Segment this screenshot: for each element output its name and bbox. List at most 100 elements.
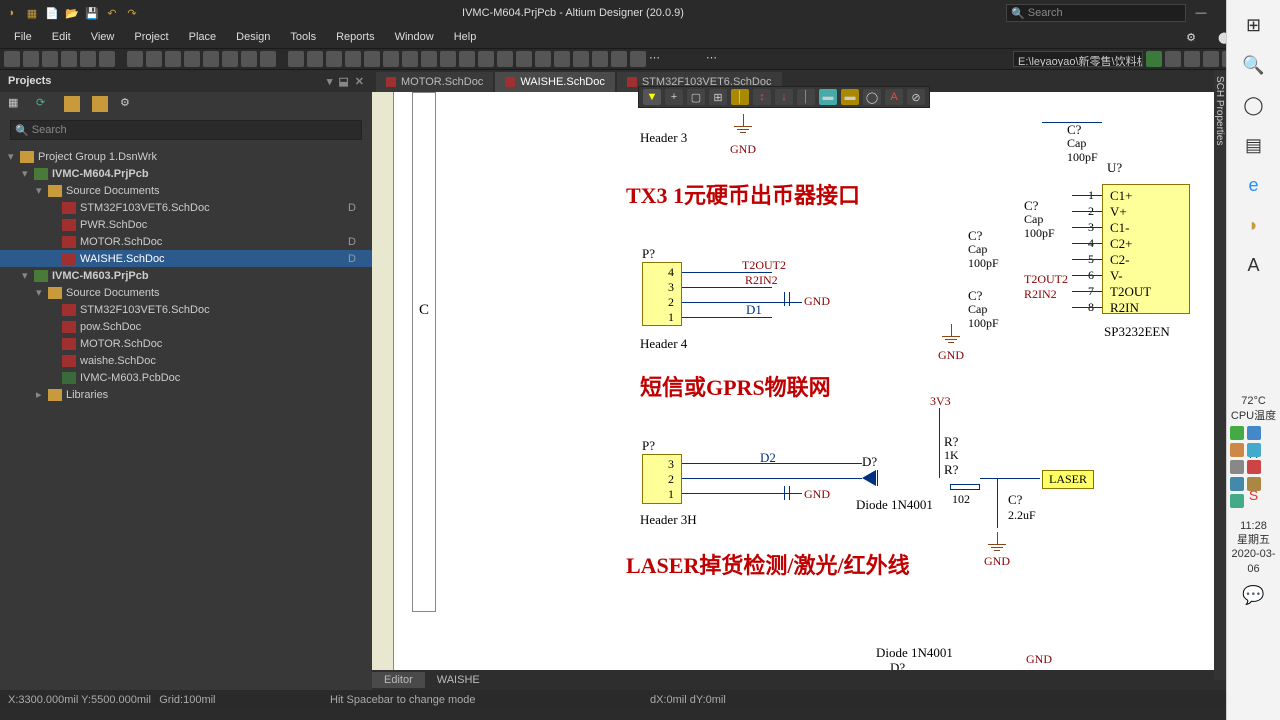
menu-design[interactable]: Design (228, 29, 278, 45)
tree-item[interactable]: PWR.SchDoc (0, 216, 372, 233)
tray-icons[interactable] (1227, 423, 1280, 511)
app-icon[interactable]: A (1239, 250, 1269, 280)
floating-toolbar[interactable]: ▼ + ▢ ⊞ │ ↕ ↓ │ ▬ ▬ ◯ A ⊘ (638, 86, 930, 108)
menu-reports[interactable]: Reports (328, 29, 383, 45)
search-box[interactable]: 🔍 Search (1006, 4, 1186, 22)
menu-view[interactable]: View (83, 29, 123, 45)
tb-icon[interactable] (573, 51, 589, 67)
tb-icon[interactable] (1165, 51, 1181, 67)
panel-dropdown-icon[interactable]: ▾ (327, 75, 333, 88)
tb-icon[interactable] (222, 51, 238, 67)
tb-icon[interactable] (554, 51, 570, 67)
tb-icon[interactable] (421, 51, 437, 67)
ft-filter-icon[interactable]: ▼ (643, 89, 661, 105)
tree-item[interactable]: ▾IVMC-M604.PrjPcb (0, 165, 372, 182)
ft-icon[interactable]: │ (731, 89, 749, 105)
menu-place[interactable]: Place (181, 29, 225, 45)
settings-icon[interactable]: ⚙ (1178, 29, 1204, 46)
notification-icon[interactable]: 💬 (1239, 580, 1269, 610)
edge-icon[interactable]: e (1239, 170, 1269, 200)
qa-open-icon[interactable]: 📂 (64, 5, 80, 21)
tb-icon[interactable] (23, 51, 39, 67)
ft-icon[interactable]: ⊞ (709, 89, 727, 105)
tree-item[interactable]: waishe.SchDoc (0, 352, 372, 369)
tree-item[interactable]: STM32F103VET6.SchDoc (0, 301, 372, 318)
ft-icon[interactable]: ↓ (775, 89, 793, 105)
menu-help[interactable]: Help (446, 29, 485, 45)
ft-icon[interactable]: │ (797, 89, 815, 105)
menu-edit[interactable]: Edit (44, 29, 79, 45)
tree-item[interactable]: MOTOR.SchDoc (0, 335, 372, 352)
tb-icon[interactable] (4, 51, 20, 67)
tb-icon[interactable] (345, 51, 361, 67)
panel-tb-icon[interactable]: ⚙ (120, 96, 136, 112)
ft-icon[interactable]: ◯ (863, 89, 881, 105)
path-box[interactable]: E:\leyaoyao\新零售\饮料机 (1013, 51, 1143, 67)
panel-tb-icon[interactable]: ⟳ (36, 96, 52, 112)
properties-tab[interactable]: SCH Properties (1214, 70, 1225, 151)
tree-item[interactable]: pow.SchDoc (0, 318, 372, 335)
tab-editor[interactable]: Editor (372, 672, 425, 688)
qa-icon[interactable]: 📄 (44, 5, 60, 21)
ft-icon[interactable]: A (885, 89, 903, 105)
panel-tb-icon[interactable] (92, 96, 108, 112)
tb-icon[interactable] (402, 51, 418, 67)
tb-icon[interactable] (165, 51, 181, 67)
ft-icon[interactable]: ▬ (841, 89, 859, 105)
tb-icon[interactable] (326, 51, 342, 67)
tb-icon[interactable] (592, 51, 608, 67)
doc-tab[interactable]: WAISHE.SchDoc (495, 72, 615, 92)
widget-icon[interactable]: ▤ (1239, 130, 1269, 160)
tree-item[interactable]: WAISHE.SchDocD (0, 250, 372, 267)
tab-sheet[interactable]: WAISHE (425, 672, 492, 688)
ft-icon[interactable]: ▬ (819, 89, 837, 105)
ft-icon[interactable]: ↕ (753, 89, 771, 105)
project-tree[interactable]: ▾Project Group 1.DsnWrk▾IVMC-M604.PrjPcb… (0, 144, 372, 690)
qa-icon[interactable]: ▦ (24, 5, 40, 21)
panel-search[interactable]: 🔍 Search (10, 120, 362, 140)
windows-icon[interactable]: ⊞ (1239, 10, 1269, 40)
tb-icon[interactable] (440, 51, 456, 67)
tb-icon[interactable] (478, 51, 494, 67)
search-icon[interactable]: 🔍 (1239, 50, 1269, 80)
tb-icon[interactable] (203, 51, 219, 67)
tb-icon[interactable] (241, 51, 257, 67)
ft-icon[interactable]: ⊘ (907, 89, 925, 105)
qa-save-icon[interactable]: 💾 (84, 5, 100, 21)
menu-file[interactable]: File (6, 29, 40, 45)
tb-icon[interactable] (459, 51, 475, 67)
tree-item[interactable]: MOTOR.SchDocD (0, 233, 372, 250)
tb-icon[interactable] (535, 51, 551, 67)
qa-redo-icon[interactable]: ↷ (124, 5, 140, 21)
doc-tab[interactable]: MOTOR.SchDoc (376, 72, 493, 92)
tb-icon[interactable] (184, 51, 200, 67)
tb-icon[interactable] (383, 51, 399, 67)
tb-icon[interactable] (127, 51, 143, 67)
tree-item[interactable]: ▾IVMC-M603.PrjPcb (0, 267, 372, 284)
tb-icon[interactable] (288, 51, 304, 67)
tb-icon[interactable] (1203, 51, 1219, 67)
panel-tb-icon[interactable] (64, 96, 80, 112)
tb-icon[interactable] (1184, 51, 1200, 67)
menu-project[interactable]: Project (126, 29, 176, 45)
tb-icon[interactable] (80, 51, 96, 67)
tb-icon[interactable] (42, 51, 58, 67)
tb-icon[interactable] (516, 51, 532, 67)
minimize-button[interactable]: — (1186, 0, 1216, 26)
tree-item[interactable]: ▸Libraries (0, 386, 372, 403)
tb-icon[interactable] (307, 51, 323, 67)
panel-pin-icon[interactable]: ⬓ (338, 75, 348, 88)
tb-icon[interactable] (146, 51, 162, 67)
tb-icon[interactable] (611, 51, 627, 67)
menu-tools[interactable]: Tools (282, 29, 324, 45)
qa-undo-icon[interactable]: ↶ (104, 5, 120, 21)
ft-icon[interactable]: + (665, 89, 683, 105)
tree-item[interactable]: ▾Project Group 1.DsnWrk (0, 148, 372, 165)
tb-icon[interactable] (260, 51, 276, 67)
circle-icon[interactable]: ◯ (1239, 90, 1269, 120)
tree-item[interactable]: IVMC-M603.PcbDoc (0, 369, 372, 386)
tb-icon[interactable] (1146, 51, 1162, 67)
tree-item[interactable]: ▾Source Documents (0, 182, 372, 199)
tree-item[interactable]: STM32F103VET6.SchDocD (0, 199, 372, 216)
tb-icon[interactable] (61, 51, 77, 67)
